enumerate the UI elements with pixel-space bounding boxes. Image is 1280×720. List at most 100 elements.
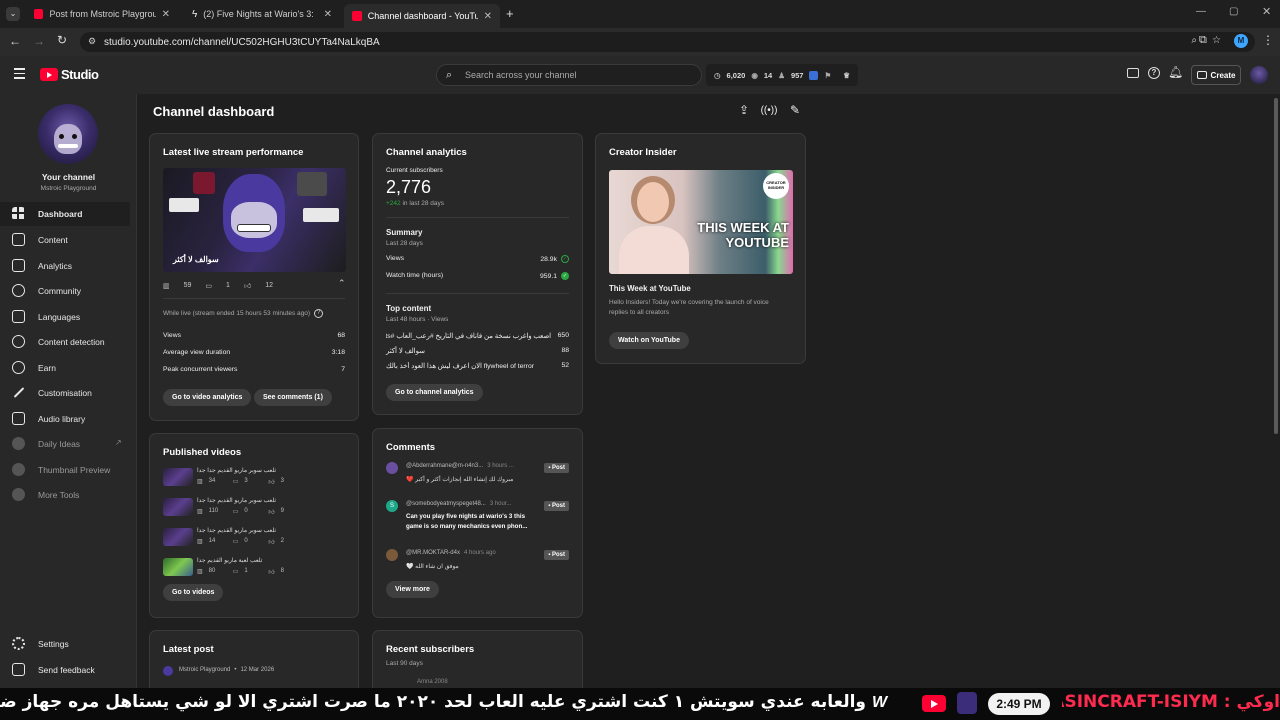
notifications-bell-icon[interactable]: 🔔︎ <box>1168 65 1183 79</box>
live-metric-row: Views 68 <box>163 332 345 339</box>
bookmark-star-icon[interactable]: ☆ <box>1212 35 1221 46</box>
extension-circle-icon <box>12 488 25 501</box>
channel-title: Your channel <box>41 172 96 182</box>
card-title: Creator Insider <box>609 147 677 158</box>
profile-avatar[interactable]: M <box>1234 34 1248 48</box>
forward-icon[interactable]: → <box>33 34 45 48</box>
video-title: ثلعب سوبر ماريو القديم جدا جدا <box>197 528 276 534</box>
hamburger-menu-icon[interactable] <box>14 68 25 79</box>
back-icon[interactable]: ← <box>9 34 21 48</box>
top-content-row[interactable]: سوالف لا أكثر 88 <box>386 347 569 355</box>
card-title: Comments <box>386 442 436 453</box>
ticker-message-left: والعابه عندي سويتش ١ كنت اشتري عليه العا… <box>0 692 866 712</box>
collapse-chevron-up-icon[interactable]: ⌃ <box>338 278 346 289</box>
bolt-favicon-icon: ϟ <box>192 8 198 20</box>
sidebar-item-dashboard[interactable]: Dashboard <box>0 202 130 226</box>
sidebar-item-thumbnail-preview[interactable]: Thumbnail Preview <box>0 458 130 482</box>
address-bar[interactable]: ⚙ studio.youtube.com/channel/UC502HGHU3t… <box>80 32 1255 52</box>
video-list-item[interactable]: ثلعب لعبة ماريو القديم جدا ▥ 80 ▭ 1 👍︎ 8 <box>163 558 348 580</box>
insider-video-title[interactable]: This Week at YouTube <box>609 284 691 293</box>
video-list-item[interactable]: ثلعب سوبر ماريو القديم جدا جدا ▥ 14 ▭ 0 👍︎… <box>163 528 348 550</box>
comment-author: @Abderrahmane@m-n4n3... <box>406 463 484 469</box>
sidebar-item-settings[interactable]: Settings <box>0 632 130 656</box>
comment-author: @somebodyeatmyspeget48... <box>406 501 486 507</box>
upload-icon[interactable]: ⇪ <box>734 101 754 121</box>
sidebar-item-languages[interactable]: Languages <box>0 305 130 329</box>
go-to-video-analytics-button[interactable]: Go to video analytics <box>163 389 252 406</box>
see-comments-button[interactable]: See comments (1) <box>254 389 332 406</box>
browser-tab[interactable]: ϟ (2) Five Nights at Wario's 3: Cu ✕ <box>184 4 340 24</box>
new-tab-icon[interactable]: + <box>506 6 514 21</box>
sidebar-item-analytics[interactable]: Analytics <box>0 254 130 278</box>
reload-icon[interactable]: ↻ <box>57 33 67 47</box>
video-list-item[interactable]: ثلعب سوبر ماريو القديم جدا جدا ▥ 34 ▭ 3 👍︎… <box>163 468 348 490</box>
help-icon[interactable]: ? <box>1148 67 1160 79</box>
check-filled-icon: ✓ <box>561 272 569 280</box>
commenter-avatar: S <box>386 500 398 512</box>
browser-tab[interactable]: Post from Mstroic Playground - ✕ <box>26 4 178 24</box>
create-button[interactable]: Create <box>1191 65 1241 85</box>
subscriber-name[interactable]: Amna 2008 <box>417 679 448 685</box>
close-window-icon[interactable]: ✕ <box>1262 5 1271 18</box>
extensions-icon[interactable]: ⧉ <box>1199 34 1207 47</box>
live-stat-comments: 1 <box>226 282 230 289</box>
close-tab-icon[interactable]: ✕ <box>324 9 332 20</box>
ticker-time-badge: 2:49 PM <box>988 693 1050 715</box>
comment-item[interactable]: S @somebodyeatmyspeget48... 3 hour... ▪ … <box>373 500 582 540</box>
feedback-icon <box>12 663 25 676</box>
sidebar-item-customisation[interactable]: Customisation <box>0 381 130 405</box>
sidebar-item-send-feedback[interactable]: Send feedback <box>0 658 130 682</box>
comment-time: 4 hours ago <box>463 550 496 556</box>
video-list-item[interactable]: ثلعب سوبر ماريو القديم جدا جدا ▥ 110 ▭ 0 👍… <box>163 498 348 520</box>
close-tab-icon[interactable]: ✕ <box>484 11 492 22</box>
page-scrollbar[interactable] <box>1274 98 1278 434</box>
channel-search-input[interactable]: ⌕ Search across your channel <box>436 64 702 86</box>
browser-menu-icon[interactable]: ⋮ <box>1262 33 1274 47</box>
extension-circle-icon <box>12 463 25 476</box>
comment-meta: @MR.MOKTAR-d4x 4 hours ago <box>406 550 496 556</box>
restore-window-icon[interactable]: ▢ <box>1229 6 1238 17</box>
go-to-videos-button[interactable]: Go to videos <box>163 584 224 601</box>
sidebar-item-community[interactable]: Community <box>0 279 130 303</box>
video-comments: 0 <box>244 538 248 544</box>
sidebar-item-more-tools[interactable]: More Tools <box>0 483 130 507</box>
gear-icon <box>12 637 25 650</box>
site-info-icon[interactable]: ⚙ <box>88 36 96 47</box>
sidebar-item-content[interactable]: Content <box>0 228 130 252</box>
search-icon: ⌕ <box>446 69 453 81</box>
go-live-icon[interactable]: ((•)) <box>759 101 779 121</box>
help-circle-icon[interactable]: ? <box>314 309 324 318</box>
comment-item[interactable]: @MR.MOKTAR-d4x 4 hours ago ▪ Post موفق ا… <box>373 549 582 577</box>
browser-tab-active[interactable]: Channel dashboard - YouTube ✕ <box>344 4 500 28</box>
sidebar-item-daily-ideas[interactable]: Daily Ideas ↗ <box>0 432 130 456</box>
post-author-avatar <box>163 666 173 676</box>
minimize-window-icon[interactable]: — <box>1196 6 1206 17</box>
comment-item[interactable]: @Abderrahmane@m-n4n3... 3 hours ... ▪ Po… <box>373 462 582 490</box>
metric-label: Views <box>163 332 182 339</box>
sidebar-item-content-detection[interactable]: Content detection <box>0 330 130 354</box>
creator-insider-card: Creator Insider THIS WEEK AT YOUTUBE CRE… <box>595 133 806 364</box>
account-avatar[interactable] <box>1250 66 1268 84</box>
sidebar-item-earn[interactable]: Earn <box>0 356 130 380</box>
comment-text: مبروك لك إنشاء الله إنجازات أكثر و أكبر … <box>406 477 514 483</box>
top-content-value: 52 <box>561 362 569 369</box>
thumbs-up-icon: 👍︎ <box>268 510 275 516</box>
tab-list-dropdown-icon[interactable]: ⌄ <box>6 7 20 21</box>
studio-logo[interactable]: Studio <box>40 67 99 82</box>
channel-stats-pill[interactable]: ◷ 6,020 ◉ 14 ♟ 957 ⚑ ♕ <box>706 64 858 86</box>
live-stream-thumbnail[interactable]: سوالف لا أكثر <box>163 168 346 272</box>
watch-on-youtube-button[interactable]: Watch on YouTube <box>609 332 689 349</box>
close-tab-icon[interactable]: ✕ <box>162 9 170 20</box>
channel-avatar[interactable] <box>38 104 98 164</box>
sidebar-item-audio-library[interactable]: Audio library <box>0 407 130 431</box>
top-content-row[interactable]: اصعب واغرب نسخة من فاناف في التاريخ #رعب… <box>386 332 569 340</box>
creator-insider-thumbnail[interactable]: THIS WEEK AT YOUTUBE CREATOR INSIDER <box>609 170 793 274</box>
captions-icon[interactable] <box>1127 68 1139 78</box>
create-post-icon[interactable]: ✎ <box>785 101 805 121</box>
zoom-icon[interactable]: ⌕ <box>1191 35 1197 46</box>
top-content-row[interactable]: الان اعرف ليش هذا العود أخذ بالك flywhee… <box>386 362 569 370</box>
sidebar-item-label: Content detection <box>38 337 105 347</box>
summary-label: Views <box>386 255 405 262</box>
go-to-channel-analytics-button[interactable]: Go to channel analytics <box>386 384 483 401</box>
view-more-comments-button[interactable]: View more <box>386 581 439 598</box>
